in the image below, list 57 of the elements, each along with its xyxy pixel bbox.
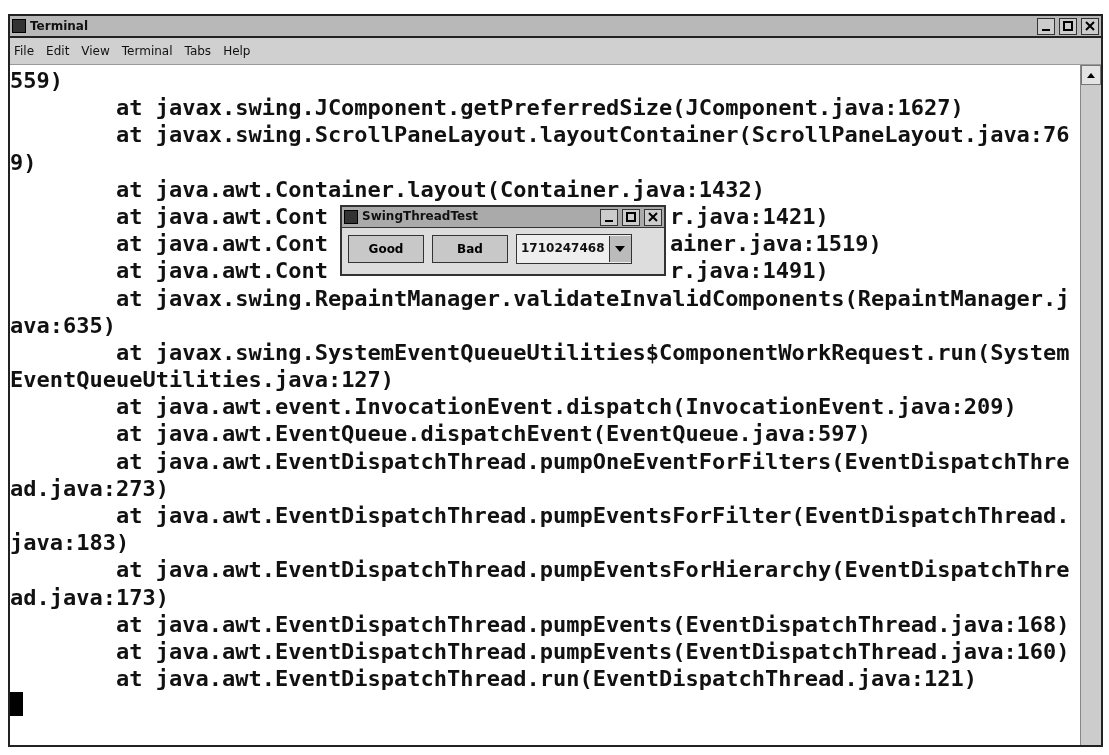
terminal-line: at java.awt.Cont: [114, 257, 328, 285]
terminal-line: at java.awt.EventDispatchThread.pumpEvents(EventDispatchThread.java:160): [114, 637, 1070, 666]
scroll-up-button[interactable]: [1081, 65, 1101, 85]
text-cursor: [10, 692, 23, 717]
terminal-line: ava:635): [10, 311, 116, 339]
minimize-button[interactable]: [1037, 17, 1055, 35]
minimize-button[interactable]: [600, 208, 618, 226]
caret-icon: [615, 246, 625, 252]
menu-item[interactable]: Tabs: [184, 44, 212, 58]
window-icon: [12, 19, 26, 33]
dialog-button[interactable]: Good: [348, 235, 424, 263]
terminal-line: ainer.java:1519): [669, 230, 882, 258]
terminal-line: at java.awt.Container.layout(Container.java:1432): [114, 175, 765, 203]
terminal-line: at javax.swing.ScrollPaneLayout.layoutContainer(ScrollPaneLayout.java:76: [114, 121, 1070, 149]
maximize-icon: [626, 212, 636, 222]
combo-value: 1710247468: [520, 240, 606, 258]
terminal-line: r.java:1491): [669, 257, 829, 285]
terminal-line: at java.awt.EventDispatchThread.pumpEventsForHierarchy(EventDispatchThre: [114, 556, 1070, 584]
combo-box[interactable]: 1710247468: [516, 234, 632, 264]
close-icon: [648, 212, 658, 222]
maximize-icon: [1063, 21, 1073, 31]
terminal-line: 9): [10, 148, 37, 176]
close-button[interactable]: [1081, 17, 1099, 35]
terminal-line: at javax.swing.RepaintManager.validateInvalidComponents(RepaintManager.j: [114, 284, 1070, 312]
dialog-button[interactable]: Bad: [432, 235, 508, 263]
minimize-icon: [605, 220, 613, 222]
terminal-line: at java.awt.EventQueue.dispatchEvent(EventQueue.java:597): [114, 420, 871, 448]
terminal-line: at java.awt.Cont: [114, 230, 328, 258]
menu-item[interactable]: Help: [223, 44, 251, 58]
terminal-line: at java.awt.EventDispatchThread.pumpOneEventForFilters(EventDispatchThre: [114, 447, 1070, 475]
window-title: Terminal: [30, 19, 90, 33]
terminal-line: ad.java:273): [10, 474, 169, 502]
terminal-line: at java.awt.EventDispatchThread.run(EventDispatchThread.java:121): [114, 665, 977, 693]
terminal-line: at javax.swing.SystemEventQueueUtilities$ComponentWorkRequest.run(System: [114, 338, 1070, 367]
menu-item[interactable]: File: [14, 44, 35, 58]
caret-icon: [1087, 72, 1095, 78]
minimize-icon: [1042, 29, 1050, 31]
terminal-line: at java.awt.EventDispatchThread.pumpEvents(EventDispatchThread.java:168): [114, 610, 1070, 638]
menu-item[interactable]: View: [81, 44, 110, 58]
terminal-line: EventQueueUtilities.java:127): [10, 366, 395, 394]
dropdown-button[interactable]: [608, 236, 631, 262]
terminal-line: r.java:1421): [669, 202, 829, 231]
menu-item[interactable]: Edit: [46, 44, 70, 58]
terminal-line: at java.awt.event.InvocationEvent.dispatch(InvocationEvent.java:209): [114, 393, 1017, 421]
dialog-title: SwingThreadTest: [362, 208, 480, 226]
terminal-line: java:183): [10, 529, 130, 557]
menu-item[interactable]: Terminal: [121, 44, 173, 58]
terminal-line: at java.awt.Cont: [114, 202, 328, 231]
maximize-button[interactable]: [1059, 17, 1077, 35]
close-button[interactable]: [644, 208, 662, 226]
terminal-line: at javax.swing.JComponent.getPreferredSize(JComponent.java:1627): [114, 94, 964, 122]
close-icon: [1085, 21, 1095, 31]
terminal-line: ad.java:173): [10, 583, 169, 611]
terminal-line: at java.awt.EventDispatchThread.pumpEventsForFilter(EventDispatchThread.: [114, 502, 1070, 530]
maximize-button[interactable]: [622, 208, 640, 226]
scroll-bar[interactable]: [1080, 65, 1101, 745]
terminal-line: 559): [10, 67, 63, 95]
